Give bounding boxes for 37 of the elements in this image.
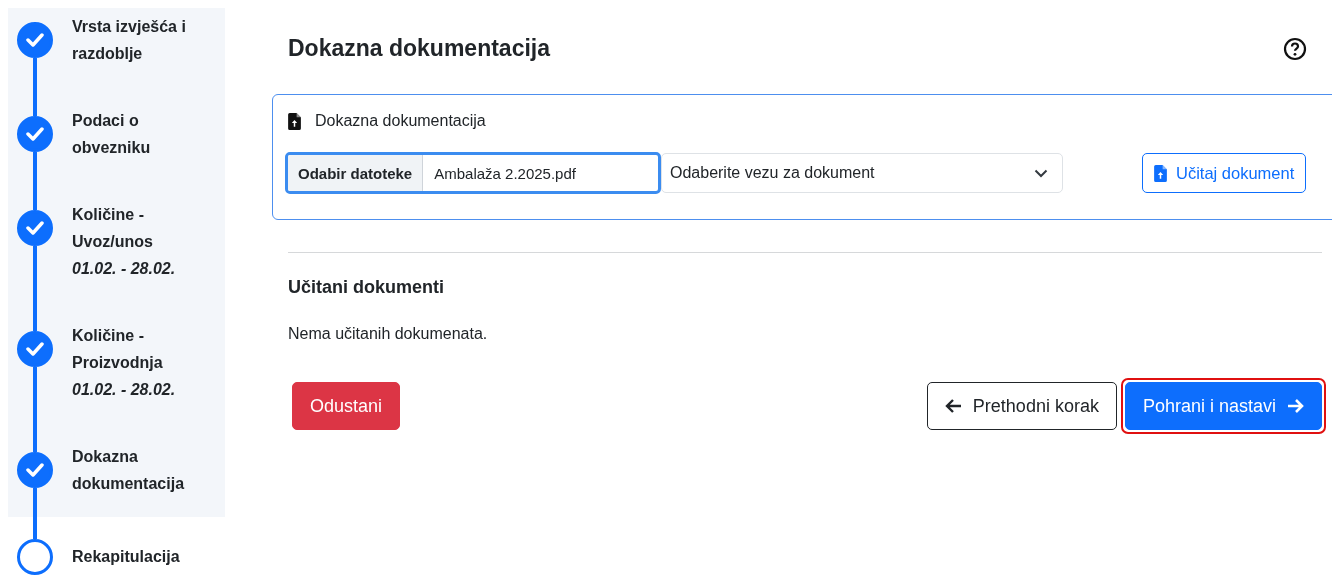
- check-icon: [26, 127, 44, 141]
- file-input[interactable]: Odabir datoteke Ambalaža 2.2025.pdf: [285, 152, 661, 194]
- file-upload-icon: [288, 112, 301, 130]
- check-icon: [26, 33, 44, 47]
- choose-file-button[interactable]: Odabir datoteke: [288, 155, 424, 191]
- select-placeholder: Odaberite vezu za dokument: [670, 164, 875, 182]
- cancel-button[interactable]: Odustani: [292, 382, 401, 430]
- step-label: dokumentacija: [72, 474, 185, 494]
- step-label: obvezniku: [72, 138, 151, 158]
- help-icon[interactable]: [1283, 36, 1307, 61]
- arrow-left-icon: [944, 398, 963, 414]
- step-label: Količine -: [72, 326, 145, 346]
- step-label: Količine -: [72, 205, 145, 225]
- file-upload-icon: [1154, 164, 1167, 182]
- check-icon: [26, 342, 44, 356]
- page-title: Dokazna dokumentacija: [288, 35, 551, 62]
- step-label: Vrsta izvješća i: [72, 17, 186, 37]
- section-title: Učitani dokumenti: [288, 277, 445, 298]
- previous-button[interactable]: Prethodni korak: [926, 382, 1117, 430]
- step-label: Rekapitulacija: [72, 547, 180, 567]
- step-label: Uvoz/unos: [72, 232, 154, 252]
- step-period: 01.02. - 28.02.: [72, 259, 176, 279]
- check-icon: [26, 221, 44, 235]
- document-link-select[interactable]: Odaberite vezu za dokument: [661, 153, 1063, 193]
- upload-button[interactable]: Učitaj dokument: [1142, 153, 1307, 193]
- step-period: 01.02. - 28.02.: [72, 380, 176, 400]
- chevron-down-icon: [1034, 168, 1048, 178]
- save-continue-button[interactable]: Pohrani i nastavi: [1124, 382, 1322, 430]
- file-name: Ambalaža 2.2025.pdf: [433, 163, 576, 184]
- step-label: razdoblje: [72, 44, 144, 64]
- step-label: Proizvodnja: [72, 353, 164, 373]
- check-icon: [26, 463, 44, 477]
- step-label: Dokazna: [72, 447, 139, 467]
- card-title: Dokazna dokumentacija: [315, 112, 486, 130]
- empty-message: Nema učitanih dokumenata.: [288, 325, 489, 343]
- arrow-right-icon: [1286, 398, 1304, 414]
- step-label: Podaci o: [72, 111, 140, 131]
